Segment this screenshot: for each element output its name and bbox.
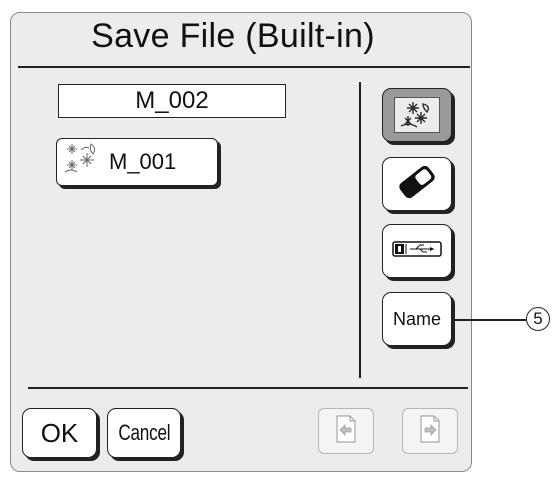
eraser-icon: [392, 162, 442, 207]
usb-button[interactable]: [382, 224, 452, 278]
callout-number: 5: [526, 307, 550, 331]
file-item-label: M_001: [109, 149, 177, 174]
callout-line: [452, 319, 526, 321]
file-name-field[interactable]: M_002: [58, 84, 286, 118]
file-item-m-001[interactable]: M_001: [56, 138, 218, 186]
name-button-label: Name: [392, 308, 441, 329]
page-next-icon: [416, 413, 444, 450]
embroidery-flower-icon: [394, 97, 440, 133]
ok-button-label: OK: [40, 417, 79, 448]
ok-button[interactable]: OK: [22, 408, 97, 458]
embroidery-flower-icon: [61, 140, 107, 184]
page-prev-icon: [332, 413, 360, 450]
embroidery-image-button[interactable]: [382, 88, 452, 142]
delete-button[interactable]: [382, 157, 452, 211]
usb-stick-icon: [390, 237, 444, 266]
prev-page-button[interactable]: [318, 408, 374, 454]
side-divider: [359, 82, 361, 378]
bottom-divider: [28, 387, 468, 389]
dialog-title: Save File (Built-in): [91, 17, 375, 55]
name-button[interactable]: Name: [382, 292, 452, 346]
cancel-button-label: Cancel: [117, 420, 171, 445]
next-page-button[interactable]: [402, 408, 458, 454]
title-divider: [18, 66, 470, 68]
cancel-button[interactable]: Cancel: [107, 408, 181, 458]
